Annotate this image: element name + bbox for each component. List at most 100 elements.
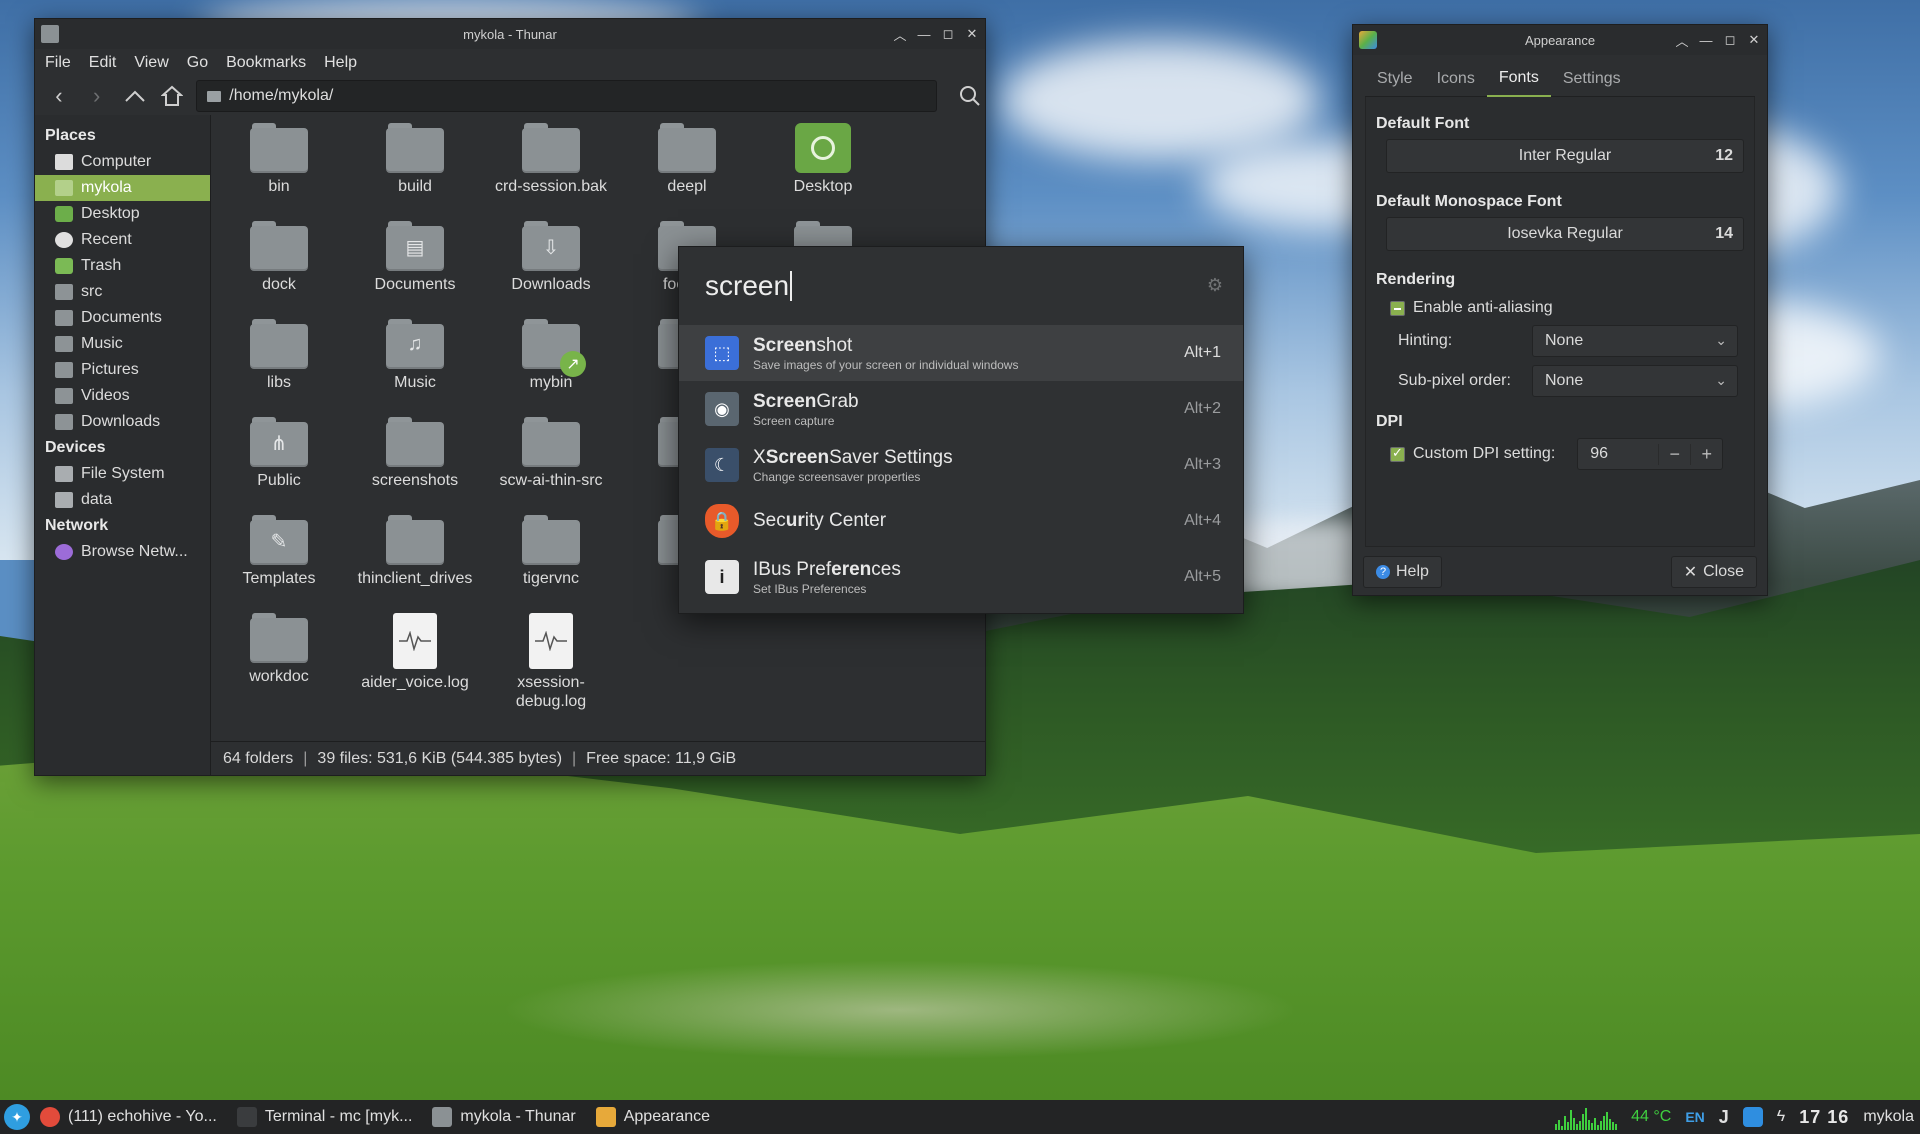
- file-item[interactable]: build: [347, 123, 483, 221]
- file-item[interactable]: crd-session.bak: [483, 123, 619, 221]
- location-bar[interactable]: /home/mykola/: [196, 80, 938, 112]
- home-button[interactable]: [158, 82, 186, 110]
- cpu-graph-bar: [1594, 1118, 1597, 1130]
- dpi-spinbox[interactable]: 96 − +: [1577, 438, 1724, 470]
- sidebar-item-browse-network[interactable]: Browse Netw...: [35, 539, 210, 565]
- folder-icon: [386, 123, 444, 173]
- taskbar-task[interactable]: Terminal - mc [myk...: [227, 1100, 423, 1134]
- sidebar-item-trash[interactable]: Trash: [35, 253, 210, 279]
- result-title-match: ur: [785, 510, 805, 531]
- taskbar-task-label: (111) echohive - Yo...: [68, 1108, 217, 1125]
- file-item[interactable]: tigervnc: [483, 515, 619, 613]
- custom-dpi-checkbox[interactable]: [1390, 445, 1405, 462]
- close-dialog-button[interactable]: ✕ Close: [1670, 556, 1757, 588]
- file-name: xsession-debug.log: [515, 674, 587, 710]
- menu-edit[interactable]: Edit: [89, 54, 117, 72]
- file-item[interactable]: dock: [211, 221, 347, 319]
- sidebar-item-file-system[interactable]: File System: [35, 461, 210, 487]
- tab-fonts[interactable]: Fonts: [1486, 61, 1551, 97]
- close-button[interactable]: ✕: [1747, 32, 1761, 48]
- default-font-button[interactable]: Inter Regular 12: [1386, 139, 1744, 173]
- wallpaper-village: [500, 960, 1300, 1060]
- taskbar-task[interactable]: Appearance: [586, 1100, 720, 1134]
- appearance-titlebar[interactable]: Appearance ︿ — ◻ ✕: [1353, 25, 1767, 55]
- parent-folder-button[interactable]: [121, 82, 149, 110]
- mono-font-button[interactable]: Iosevka Regular 14: [1386, 217, 1744, 251]
- tab-settings[interactable]: Settings: [1551, 61, 1633, 97]
- launcher-result[interactable]: ◉ ScreenGrab Screen capture Alt+2: [679, 381, 1243, 437]
- file-item[interactable]: scw-ai-thin-src: [483, 417, 619, 515]
- menu-help[interactable]: Help: [324, 54, 357, 72]
- file-item[interactable]: ✎ Templates: [211, 515, 347, 613]
- note-icon[interactable]: J: [1719, 1107, 1729, 1128]
- shade-button[interactable]: ︿: [893, 25, 907, 44]
- file-item[interactable]: screenshots: [347, 417, 483, 515]
- tab-style[interactable]: Style: [1365, 61, 1425, 97]
- maximize-button[interactable]: ◻: [1723, 32, 1737, 48]
- minimize-button[interactable]: —: [917, 27, 931, 42]
- minimize-button[interactable]: —: [1699, 33, 1713, 48]
- taskbar-task[interactable]: (111) echohive - Yo...: [30, 1100, 227, 1134]
- gear-icon[interactable]: ⚙: [1207, 275, 1223, 296]
- sidebar-item-src[interactable]: src: [35, 279, 210, 305]
- file-item[interactable]: deepl: [619, 123, 755, 221]
- file-item[interactable]: Desktop: [755, 123, 891, 221]
- file-item[interactable]: xsession-debug.log: [483, 613, 619, 711]
- menu-file[interactable]: File: [45, 54, 71, 72]
- file-item[interactable]: ▤ Documents: [347, 221, 483, 319]
- back-button[interactable]: ‹: [45, 82, 73, 110]
- file-item[interactable]: aider_voice.log: [347, 613, 483, 711]
- subpixel-select[interactable]: None ⌄: [1532, 365, 1738, 397]
- temperature-readout: 44 °C: [1631, 1108, 1672, 1125]
- keyboard-layout-indicator[interactable]: EN: [1685, 1109, 1704, 1125]
- launcher-search-input[interactable]: screen ⚙: [679, 247, 1243, 325]
- sidebar-item-data[interactable]: data: [35, 487, 210, 513]
- menu-bookmarks[interactable]: Bookmarks: [226, 54, 306, 72]
- forward-button[interactable]: ›: [83, 82, 111, 110]
- user-name[interactable]: mykola: [1863, 1108, 1914, 1126]
- help-button[interactable]: ? Help: [1363, 556, 1442, 588]
- sidebar-item-pictures[interactable]: Pictures: [35, 357, 210, 383]
- sidebar-item-music[interactable]: Music: [35, 331, 210, 357]
- menu-view[interactable]: View: [134, 54, 168, 72]
- tab-icons[interactable]: Icons: [1425, 61, 1487, 97]
- menu-go[interactable]: Go: [187, 54, 208, 72]
- sidebar-item-computer[interactable]: Computer: [35, 149, 210, 175]
- decrement-button[interactable]: −: [1658, 443, 1690, 465]
- file-item[interactable]: bin: [211, 123, 347, 221]
- launcher-result[interactable]: i IBus Preferences Set IBus Preferences Alt…: [679, 549, 1243, 605]
- antialias-checkbox[interactable]: [1390, 300, 1405, 316]
- power-icon[interactable]: ϟ: [1777, 1108, 1785, 1126]
- sidebar-item-documents[interactable]: Documents: [35, 305, 210, 331]
- sidebar-item-desktop[interactable]: Desktop: [35, 201, 210, 227]
- file-item[interactable]: workdoc: [211, 613, 347, 711]
- hinting-select[interactable]: None ⌄: [1532, 325, 1738, 357]
- thunar-titlebar[interactable]: mykola - Thunar ︿ — ◻ ✕: [35, 19, 985, 49]
- window-title: Appearance: [1524, 32, 1596, 48]
- increment-button[interactable]: +: [1690, 443, 1722, 465]
- close-button[interactable]: ✕: [965, 26, 979, 42]
- file-item[interactable]: ⇩ Downloads: [483, 221, 619, 319]
- launcher-result[interactable]: 🔒 Security Center Alt+4: [679, 493, 1243, 549]
- search-button[interactable]: [955, 81, 985, 111]
- app-tray-icon[interactable]: [1742, 1107, 1763, 1127]
- maximize-button[interactable]: ◻: [941, 26, 955, 42]
- sidebar-item-mykola[interactable]: mykola: [35, 175, 210, 201]
- file-item[interactable]: ♫ Music: [347, 319, 483, 417]
- taskbar-task[interactable]: mykola - Thunar: [422, 1100, 585, 1134]
- result-title-post: Grab: [816, 390, 859, 412]
- file-item[interactable]: ↗ mybin: [483, 319, 619, 417]
- launcher-result[interactable]: ⬚ Screenshot Save images of your screen or…: [679, 325, 1243, 381]
- whisker-menu-button[interactable]: ✦: [4, 1104, 30, 1130]
- launcher-result[interactable]: ☾ XScreenSaver Settings Change screensaver…: [679, 437, 1243, 493]
- antialias-checkbox-row[interactable]: Enable anti-aliasing: [1390, 295, 1744, 321]
- cpu-graph-bar: [1573, 1118, 1576, 1130]
- file-item[interactable]: thinclient_drives: [347, 515, 483, 613]
- file-item[interactable]: libs: [211, 319, 347, 417]
- sidebar-item-recent[interactable]: Recent: [35, 227, 210, 253]
- file-item[interactable]: ⋔ Public: [211, 417, 347, 515]
- sidebar-item-downloads[interactable]: Downloads: [35, 409, 210, 435]
- sidebar-item-videos[interactable]: Videos: [35, 383, 210, 409]
- shade-button[interactable]: ︿: [1675, 31, 1689, 50]
- clock[interactable]: 17 16: [1799, 1107, 1849, 1128]
